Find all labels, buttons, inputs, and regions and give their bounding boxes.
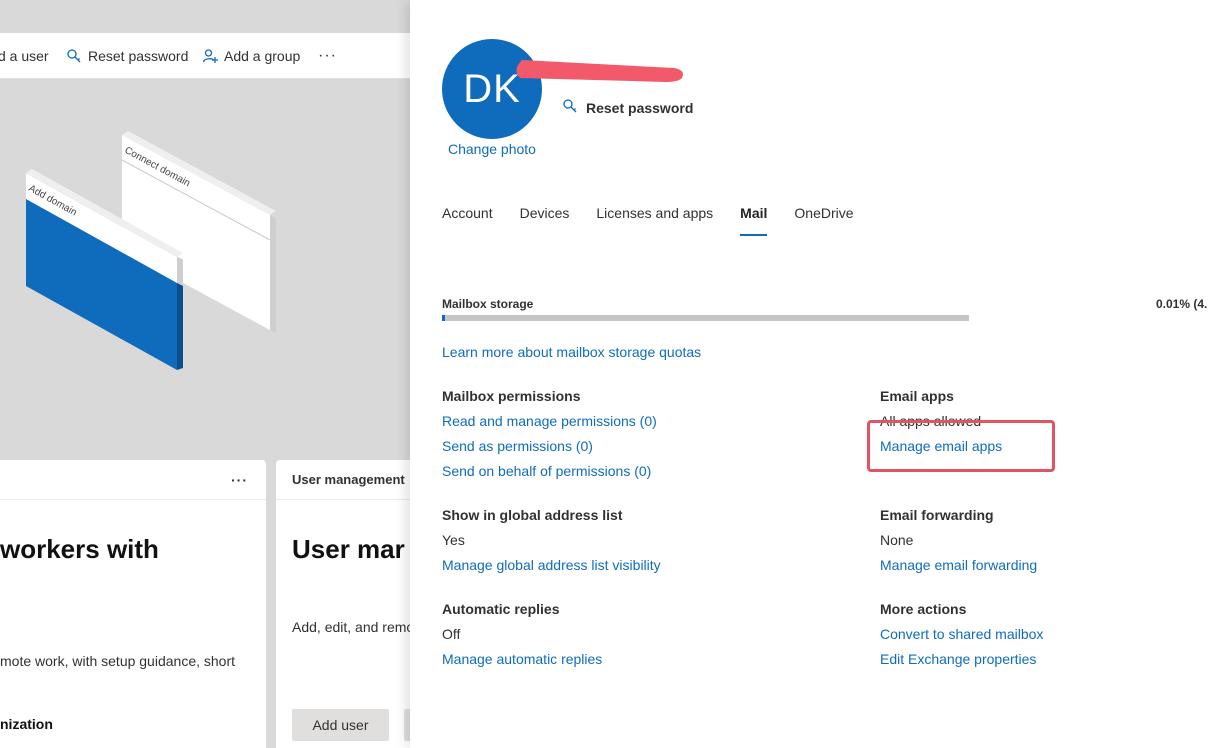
add-user-label: d a user	[0, 47, 49, 64]
reset-password-button[interactable]: Reset password	[562, 98, 693, 117]
edit-exchange-properties-link[interactable]: Edit Exchange properties	[880, 651, 1036, 667]
mailbox-storage-bar-fill	[442, 315, 445, 321]
add-group-label: Add a group	[224, 47, 301, 64]
user-details-panel: DK Change photo Reset password Account D…	[410, 0, 1209, 748]
manage-email-forwarding-link[interactable]: Manage email forwarding	[880, 557, 1037, 573]
tab-onedrive[interactable]: OneDrive	[794, 200, 853, 236]
automatic-replies-heading: Automatic replies	[442, 601, 560, 617]
tab-licenses-and-apps[interactable]: Licenses and apps	[596, 200, 713, 236]
mailbox-storage-value: 0.01% (4.	[1156, 297, 1208, 311]
more-actions-heading: More actions	[880, 601, 967, 617]
convert-to-shared-mailbox-link[interactable]: Convert to shared mailbox	[880, 626, 1043, 642]
more-commands-button[interactable]: ···	[310, 33, 345, 79]
tab-mail[interactable]: Mail	[740, 200, 768, 236]
redaction-mark	[516, 60, 683, 82]
email-forwarding-value: None	[880, 532, 914, 548]
mailbox-storage-label: Mailbox storage	[442, 297, 534, 311]
mailbox-storage-bar	[442, 315, 969, 321]
highlight-annotation	[867, 420, 1055, 472]
add-person-icon	[202, 48, 218, 64]
card-header	[0, 460, 266, 500]
card-description: mote work, with setup guidance, short	[0, 653, 236, 669]
command-bar: d a user Reset password Add a group ···	[0, 33, 410, 79]
email-forwarding-heading: Email forwarding	[880, 507, 994, 523]
tab-devices[interactable]: Devices	[520, 200, 570, 236]
email-apps-heading: Email apps	[880, 388, 954, 404]
global-address-list-heading: Show in global address list	[442, 507, 623, 523]
learn-more-storage-link[interactable]: Learn more about mailbox storage quotas	[442, 344, 701, 360]
reset-password-command[interactable]: Reset password	[58, 33, 196, 79]
reset-password-label: Reset password	[88, 47, 189, 64]
send-on-behalf-permissions-link[interactable]: Send on behalf of permissions (0)	[442, 463, 651, 479]
send-as-permissions-link[interactable]: Send as permissions (0)	[442, 438, 593, 454]
read-manage-permissions-link[interactable]: Read and manage permissions (0)	[442, 413, 657, 429]
background-page: d a user Reset password Add a group ··· …	[0, 0, 410, 748]
add-group-command[interactable]: Add a group	[194, 33, 308, 79]
ellipsis-icon: ···	[318, 46, 337, 64]
mailbox-permissions-heading: Mailbox permissions	[442, 388, 581, 404]
feature-card-user-management: User management User mar Add, edit, and …	[276, 460, 410, 748]
card-subheading: nization	[0, 716, 53, 732]
global-address-list-value: Yes	[442, 532, 465, 548]
automatic-replies-value: Off	[442, 626, 461, 642]
manage-automatic-replies-link[interactable]: Manage automatic replies	[442, 651, 602, 667]
card-title: workers with	[0, 534, 159, 564]
key-icon	[562, 98, 578, 117]
add-user-command[interactable]: d a user	[0, 33, 57, 79]
change-photo-link[interactable]: Change photo	[448, 141, 536, 157]
add-user-button[interactable]: Add user	[292, 709, 389, 741]
key-icon	[66, 48, 82, 64]
card-more-icon[interactable]: ···	[231, 472, 248, 488]
feature-card-remote-work: ··· workers with mote work, with setup g…	[0, 460, 266, 748]
tab-account[interactable]: Account	[442, 200, 493, 236]
card-header: User management	[276, 460, 410, 500]
domain-illustration: Connect domain Add domain	[26, 131, 276, 370]
tab-list: Account Devices Licenses and apps Mail O…	[442, 200, 881, 236]
reset-password-label: Reset password	[586, 99, 694, 116]
manage-global-address-list-link[interactable]: Manage global address list visibility	[442, 557, 661, 573]
card-title: User mar	[292, 534, 405, 564]
card-description: Add, edit, and remo	[292, 619, 410, 635]
